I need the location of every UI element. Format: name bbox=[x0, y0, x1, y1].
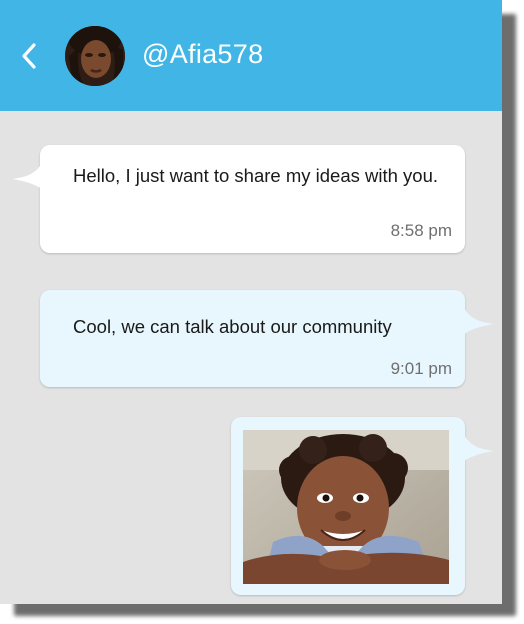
message-timestamp: 8:58 pm bbox=[390, 221, 452, 240]
message-bubble-outgoing[interactable]: Cool, we can talk about our community 9:… bbox=[40, 290, 465, 387]
bubble-tail-incoming bbox=[12, 163, 42, 189]
child-photo-image bbox=[243, 430, 449, 584]
message-bubble-incoming[interactable]: Hello, I just want to share my ideas wit… bbox=[40, 145, 465, 253]
image-message-bubble[interactable] bbox=[231, 417, 465, 595]
bubble-tail-outgoing bbox=[464, 308, 494, 334]
chat-header: @Afia578 bbox=[0, 0, 502, 111]
message-text: Hello, I just want to share my ideas wit… bbox=[73, 165, 439, 186]
back-button[interactable] bbox=[14, 37, 44, 75]
message-timestamp: 9:01 pm bbox=[390, 359, 452, 378]
message-text: Cool, we can talk about our community bbox=[73, 316, 392, 337]
avatar-photo bbox=[65, 26, 125, 86]
avatar[interactable] bbox=[65, 26, 125, 86]
shared-photo[interactable] bbox=[243, 430, 449, 584]
chat-screen: @Afia578 Hello, I just want to share my … bbox=[0, 0, 502, 604]
chevron-left-icon bbox=[22, 43, 36, 69]
bubble-tail-outgoing bbox=[464, 435, 494, 461]
contact-username: @Afia578 bbox=[142, 39, 264, 69]
